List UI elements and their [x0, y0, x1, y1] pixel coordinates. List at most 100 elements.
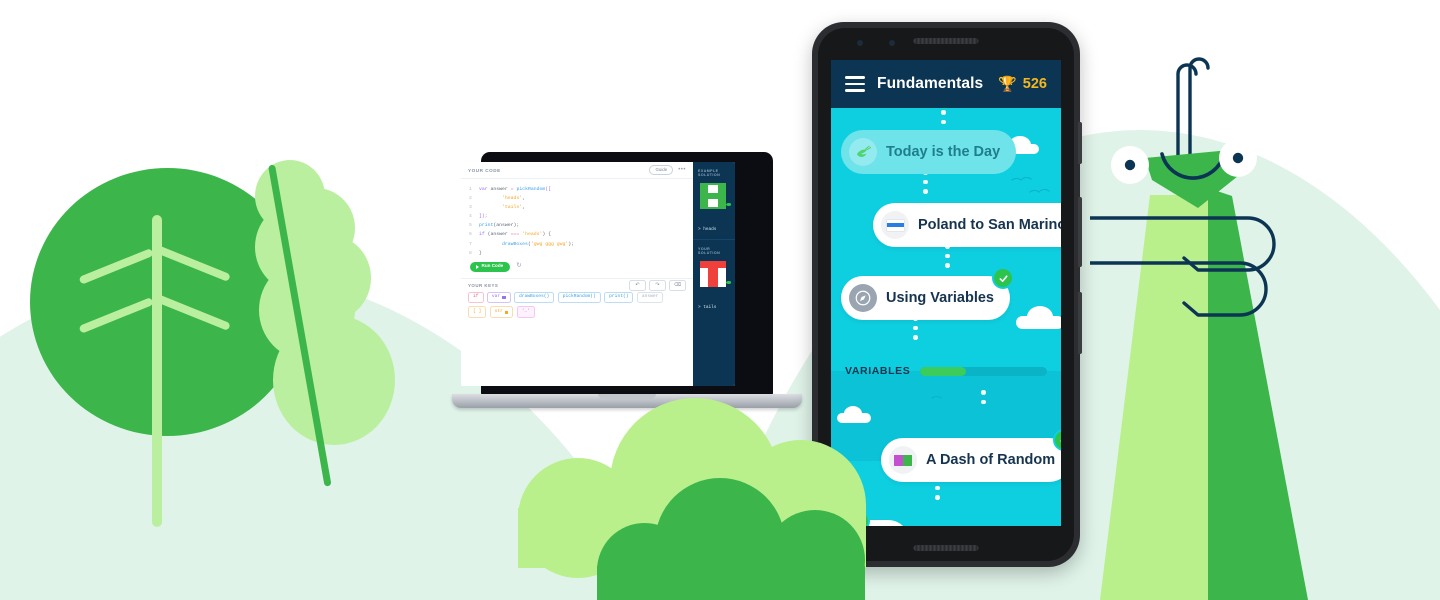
code-key-label: '…'	[521, 308, 531, 314]
progress-fill	[920, 366, 966, 376]
key-row: [ ] str '…'	[468, 306, 686, 319]
redo-icon[interactable]: ↷	[649, 279, 666, 291]
code-line: 3 'tails',	[461, 203, 693, 212]
code-token: if	[479, 232, 488, 238]
bug-marker-icon	[726, 281, 731, 284]
mascot-body-shade	[1208, 188, 1308, 600]
your-solution-title: YOUR SOLUTION	[698, 247, 721, 255]
bird-icon	[1009, 177, 1034, 185]
keys-panel: YOUR KEYS ↶ ↷ ⌫ if var drawBoxes() pickRand…	[461, 277, 693, 386]
score-display: 🏆 526	[998, 76, 1047, 92]
code-key-label: pickRandom()	[562, 294, 596, 300]
section-progress-bar	[920, 366, 1047, 376]
code-token: (answer);	[493, 223, 520, 229]
code-line: 2 'heads',	[461, 194, 693, 203]
editor-header: YOUR CODE Guide •••	[461, 162, 693, 179]
run-code-button[interactable]: Run Code	[470, 261, 511, 272]
code-line: 6 if (answer === 'heads') {	[461, 230, 693, 239]
check-glyph	[1060, 439, 1061, 442]
example-solution-glyph	[700, 183, 731, 209]
backspace-icon[interactable]: ⌫	[669, 279, 686, 291]
code-key-button[interactable]: var	[486, 291, 511, 304]
code-token: ,	[522, 205, 526, 211]
lesson-node[interactable]: A Dash of Random	[881, 429, 1061, 482]
reset-icon[interactable]: ↻	[516, 263, 521, 270]
code-key-button[interactable]: drawBoxes()	[513, 291, 555, 304]
grasshopper-glyph	[856, 145, 871, 157]
code-token: 'tails'	[502, 205, 523, 211]
code-key-button[interactable]: '…'	[516, 306, 536, 319]
phone-extra-button[interactable]	[1078, 292, 1082, 354]
completed-check-icon	[992, 267, 1014, 289]
code-token: 'heads'	[502, 196, 523, 202]
code-key-button[interactable]: [ ]	[468, 306, 487, 319]
code-token: pickRandom	[516, 187, 546, 192]
laptop-screen: YOUR CODE Guide ••• 1 var answer = pickRa…	[461, 162, 735, 386]
code-token: ([	[545, 187, 551, 192]
lesson-node[interactable]: Poland to San Marino	[873, 203, 1061, 247]
section-name: VARIABLES	[845, 365, 911, 377]
grasshopper-mascot	[1090, 57, 1308, 600]
code-key-button[interactable]: pickRandom()	[557, 291, 601, 304]
code-token: );	[568, 241, 575, 247]
path-dots	[945, 244, 950, 268]
illustration-stage: YOUR CODE Guide ••• 1 var answer = pickRa…	[0, 0, 1440, 600]
compass-icon	[849, 284, 877, 312]
editor-title: YOUR CODE	[468, 167, 501, 173]
color-blocks-icon	[889, 446, 917, 474]
mascot-pupil-right	[1232, 152, 1244, 164]
code-key-label: print()	[609, 294, 629, 300]
code-token: ]);	[479, 214, 488, 220]
example-solution-title: EXAMPLE SOLUTION	[698, 169, 721, 177]
code-token: ,	[522, 196, 526, 202]
code-token: answer	[490, 187, 511, 192]
bug-marker-icon	[726, 203, 731, 206]
code-key-button[interactable]: if	[468, 291, 484, 304]
code-line: 8}	[461, 249, 693, 258]
code-area[interactable]: 1 var answer = pickRandom([2 'heads', 3 't…	[461, 179, 693, 258]
line-number: 2	[469, 196, 472, 202]
code-key-button[interactable]: answer	[636, 291, 664, 304]
phone-volume-button[interactable]	[1078, 122, 1082, 164]
line-number: 5	[469, 223, 472, 229]
code-token: print	[479, 223, 494, 229]
code-key-button[interactable]: print()	[604, 291, 634, 304]
phone-camera	[857, 40, 863, 46]
guide-button[interactable]: Guide	[649, 165, 674, 175]
placeholder-square-icon	[502, 295, 506, 300]
line-number: 7	[469, 241, 472, 247]
app-title: Fundamentals	[877, 75, 984, 92]
code-token: drawBoxes	[502, 241, 528, 247]
code-key-button[interactable]: str	[489, 306, 514, 319]
flag-icon	[881, 211, 909, 239]
phone-power-button[interactable]	[1078, 197, 1082, 267]
code-line: 7 drawBoxes('gwg ggg gwg');	[461, 240, 693, 249]
grasshopper-icon	[849, 138, 877, 166]
code-key-label: [ ]	[473, 308, 482, 314]
bird-icon	[929, 396, 944, 403]
phone-speaker	[913, 545, 979, 551]
compass-glyph	[855, 290, 871, 306]
lesson-label: Today is the Day	[886, 144, 1001, 160]
undo-icon[interactable]: ↶	[629, 279, 646, 291]
lesson-label: Using Variables	[886, 290, 994, 306]
hamburger-icon[interactable]	[845, 76, 865, 92]
lesson-label: A Dash of Random	[926, 452, 1056, 468]
your-solution-output: > tails	[698, 305, 717, 310]
code-key-label: drawBoxes()	[518, 294, 550, 300]
play-icon	[476, 264, 479, 269]
lesson-node[interactable]: Using Variables	[841, 267, 1014, 320]
code-key-label: answer	[641, 294, 659, 300]
path-dots	[981, 390, 986, 404]
placeholder-square-icon	[504, 310, 509, 314]
phone-sensor	[889, 40, 895, 46]
line-number: 8	[469, 250, 472, 256]
line-number: 3	[469, 205, 472, 211]
trophy-icon: 🏆	[998, 75, 1017, 93]
line-number: 1	[469, 187, 472, 192]
overflow-menu-icon[interactable]: •••	[678, 167, 686, 173]
bird-icon	[1027, 189, 1052, 197]
lesson-node[interactable]: Today is the Day	[841, 130, 1017, 174]
code-key-label: if	[473, 294, 479, 300]
